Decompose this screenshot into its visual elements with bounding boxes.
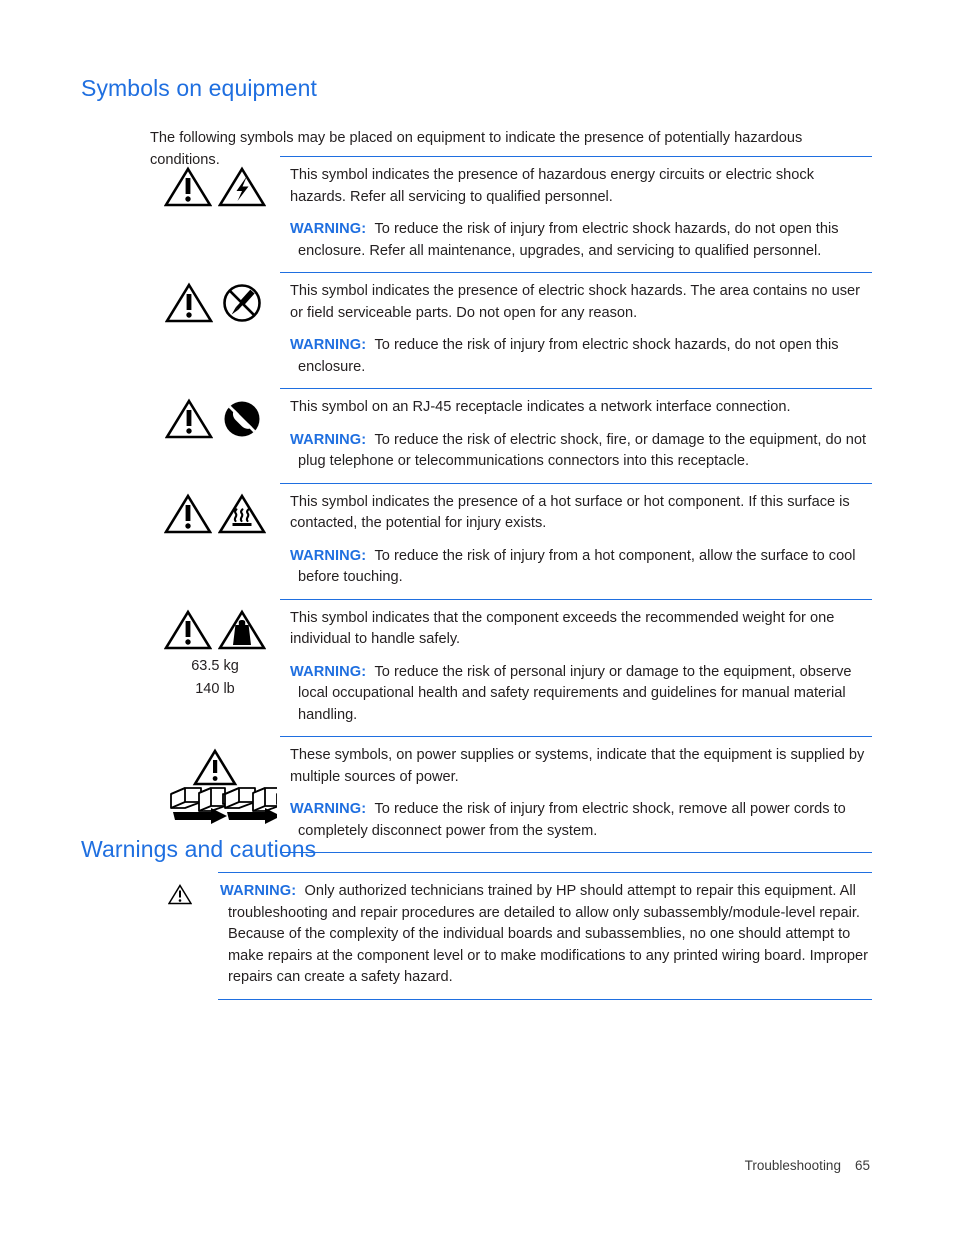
warning-triangle-exclamation-icon xyxy=(164,493,212,533)
symbol-description: This symbol indicates the presence of ha… xyxy=(290,167,814,205)
heavy-weight-triangle-icon xyxy=(218,609,266,649)
warning-label: WARNING: xyxy=(290,337,367,353)
warning-label: WARNING: xyxy=(290,801,367,817)
weight-metric: 63.5 kg xyxy=(191,657,239,674)
warning-triangle-lightning-icon xyxy=(218,166,266,207)
symbol-text-cell: This symbol on an RJ-45 receptacle indic… xyxy=(280,388,872,483)
table-row: This symbol indicates the presence of el… xyxy=(150,272,872,388)
no-telephone-circle-icon xyxy=(224,401,260,437)
symbol-warning: WARNING: To reduce the risk of electric s… xyxy=(290,430,868,473)
warning-triangle-exclamation-icon xyxy=(168,884,192,905)
warnings-cautions-warning: WARNING: Only authorized technicians trai… xyxy=(220,881,868,989)
warning-text: To reduce the risk of injury from electr… xyxy=(298,801,846,839)
icon-pair xyxy=(164,166,266,208)
symbol-description: This symbol indicates that the component… xyxy=(290,609,835,648)
document-page: Symbols on equipment The following symbo… xyxy=(0,0,954,1235)
warning-triangle-exclamation-icon xyxy=(165,282,213,323)
table-row: This symbol on an RJ-45 receptacle indic… xyxy=(150,388,872,483)
warning-text: To reduce the risk of electric shock, fi… xyxy=(298,431,867,470)
symbol-description: This symbol indicates the presence of el… xyxy=(290,283,860,321)
page-title-symbols-on-equipment: Symbols on equipment xyxy=(81,75,317,101)
symbol-icon-cell xyxy=(150,736,280,826)
table-row: 63.5 kg 140 lb This symbol indicates tha… xyxy=(150,598,872,737)
warning-text: To reduce the risk of injury from electr… xyxy=(298,337,839,375)
symbol-description: This symbol indicates the presence of a … xyxy=(290,493,850,532)
warning-text: To reduce the risk of injury from electr… xyxy=(298,221,839,259)
weight-imperial: 140 lb xyxy=(195,680,235,697)
symbols-table: This symbol indicates the presence of ha… xyxy=(150,156,872,853)
symbol-warning: WARNING: To reduce the risk of injury fro… xyxy=(290,335,868,378)
icon-pair xyxy=(165,398,265,440)
symbol-warning: WARNING: To reduce the risk of personal i… xyxy=(290,662,868,727)
icon-pair xyxy=(164,609,266,651)
warning-text: Only authorized technicians trained by H… xyxy=(228,883,869,985)
no-screwdriver-circle-icon xyxy=(223,284,261,322)
symbol-warning: WARNING: To reduce the risk of injury fro… xyxy=(290,219,868,262)
warning-label: WARNING: xyxy=(220,883,297,899)
hot-surface-triangle-icon xyxy=(218,493,266,533)
warning-label: WARNING: xyxy=(290,431,367,448)
symbol-warning: WARNING: To reduce the risk of injury fro… xyxy=(290,799,868,842)
warning-label: WARNING: xyxy=(290,663,367,680)
symbol-icon-cell: 63.5 kg 140 lb xyxy=(150,599,280,701)
warning-triangle-exclamation-icon xyxy=(165,398,213,439)
warning-icon-cell xyxy=(168,872,218,905)
warnings-and-cautions-block: WARNING: Only authorized technicians trai… xyxy=(168,872,872,1000)
symbol-warning: WARNING: To reduce the risk of injury fro… xyxy=(290,546,868,589)
warning-text: To reduce the risk of injury from a hot … xyxy=(298,547,856,586)
symbol-icon-cell xyxy=(150,272,280,324)
symbol-description: These symbols, on power supplies or syst… xyxy=(290,747,865,785)
warning-triangle-exclamation-icon xyxy=(164,166,212,207)
symbol-text-cell: This symbol indicates that the component… xyxy=(280,598,872,737)
symbol-text-cell: These symbols, on power supplies or syst… xyxy=(280,736,872,853)
page-footer: Troubleshooting 65 xyxy=(0,1158,954,1173)
symbol-text-cell: This symbol indicates the presence of a … xyxy=(280,482,872,599)
page-title-warnings-and-cautions: Warnings and cautions xyxy=(81,836,317,862)
weight-labels: 63.5 kg 140 lb xyxy=(191,655,239,701)
warning-triangle-exclamation-icon xyxy=(164,609,212,649)
footer-page-number: 65 xyxy=(854,1158,870,1173)
multiple-power-supplies-icon xyxy=(170,748,277,824)
table-row: This symbol indicates the presence of ha… xyxy=(150,156,872,272)
symbol-icon-cell xyxy=(150,388,280,440)
symbol-description: This symbol on an RJ-45 receptacle indic… xyxy=(290,399,791,415)
warning-label: WARNING: xyxy=(290,547,367,564)
warning-text: To reduce the risk of personal injury or… xyxy=(298,663,852,723)
warning-label: WARNING: xyxy=(290,221,367,237)
symbol-text-cell: This symbol indicates the presence of ha… xyxy=(280,156,872,272)
symbol-text-cell: This symbol indicates the presence of el… xyxy=(280,272,872,388)
warning-text-cell: WARNING: Only authorized technicians trai… xyxy=(218,872,872,1000)
symbol-icon-cell xyxy=(150,156,280,208)
symbol-icon-cell xyxy=(150,483,280,535)
table-row: This symbol indicates the presence of a … xyxy=(150,482,872,599)
icon-pair xyxy=(164,493,266,535)
icon-pair xyxy=(165,282,265,324)
footer-chapter: Troubleshooting xyxy=(744,1158,841,1173)
